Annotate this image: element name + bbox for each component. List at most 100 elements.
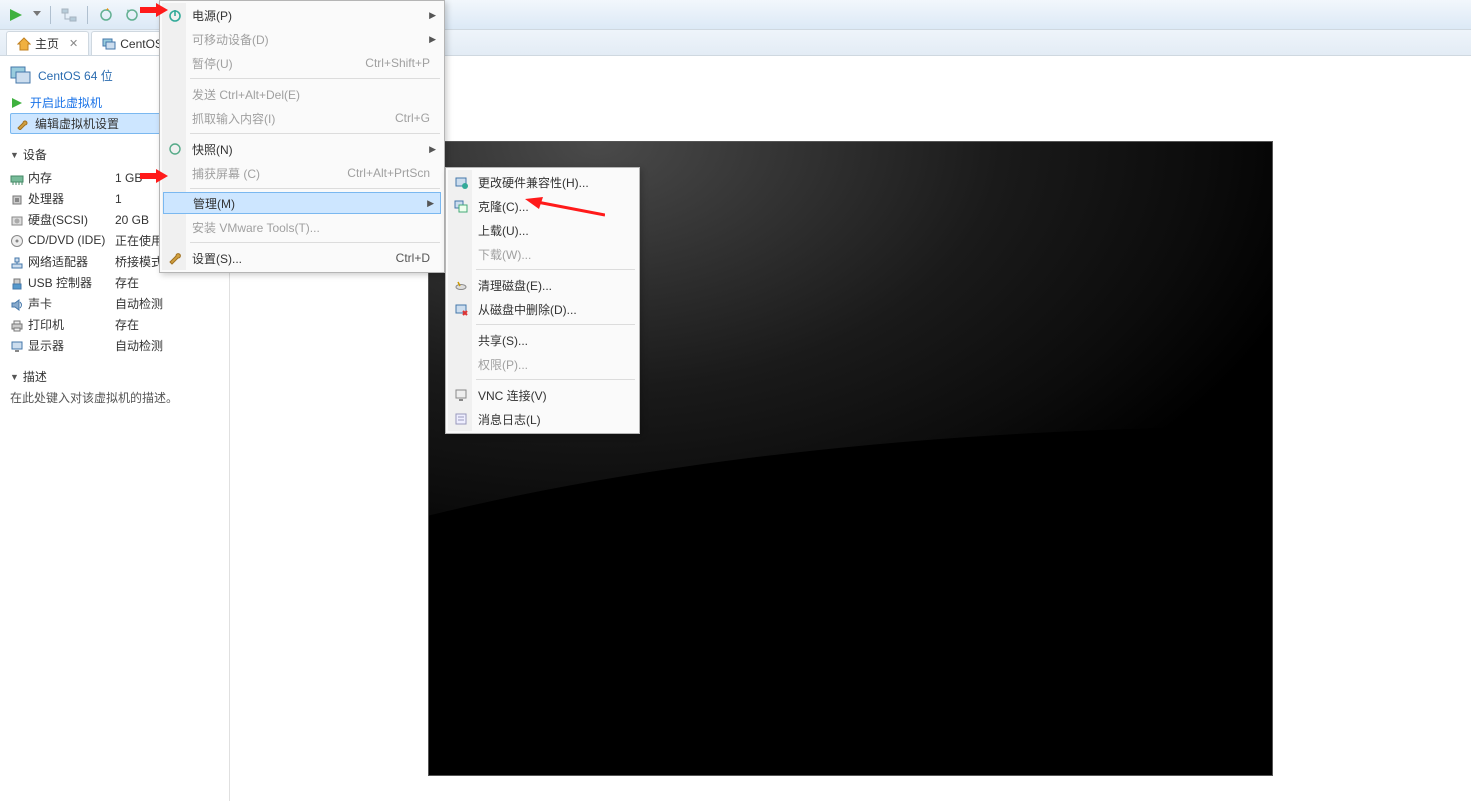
hdd-icon [10, 214, 24, 228]
menu-msglog[interactable]: 消息日志(L) [448, 407, 637, 431]
description-placeholder[interactable]: 在此处键入对该虚拟机的描述。 [10, 389, 219, 406]
menu-grab-input: 抓取输入内容(I) Ctrl+G [162, 106, 442, 130]
display-icon [10, 340, 24, 354]
menu-power[interactable]: 电源(P) ▶ [162, 3, 442, 27]
device-row[interactable]: 声卡 自动检测 [10, 293, 219, 314]
menu-label: 快照(N) [192, 141, 233, 158]
net-icon [10, 256, 24, 270]
collapse-icon: ▼ [10, 372, 19, 382]
device-name: 硬盘(SCSI) [28, 213, 88, 227]
separator [476, 324, 635, 325]
play-icon[interactable] [6, 5, 26, 25]
menu-upload[interactable]: 上载(U)... [448, 218, 637, 242]
device-row[interactable]: 显示器自动检测 [10, 335, 219, 356]
close-icon[interactable]: ✕ [69, 37, 78, 50]
menu-permissions: 权限(P)... [448, 352, 637, 376]
separator [190, 188, 440, 189]
menu-label: 发送 Ctrl+Alt+Del(E) [192, 86, 300, 103]
menu-capture: 捕获屏幕 (C) Ctrl+Alt+PrtScn [162, 161, 442, 185]
submenu-arrow-icon: ▶ [429, 10, 436, 21]
separator [50, 6, 51, 24]
section-label: 设备 [23, 146, 47, 163]
separator [476, 379, 635, 380]
menu-label: 清理磁盘(E)... [478, 277, 552, 294]
menu-label: 权限(P)... [478, 356, 528, 373]
menu-manage[interactable]: 管理(M) ▶ [163, 192, 441, 214]
wrench-icon [15, 117, 29, 131]
usb-icon [10, 277, 24, 291]
menu-download: 下载(W)... [448, 242, 637, 266]
device-name: 打印机 [28, 318, 64, 332]
device-name: 声卡 [28, 297, 52, 311]
vm-context-menu: 电源(P) ▶ 可移动设备(D) ▶ 暂停(U) Ctrl+Shift+P 发送… [159, 0, 445, 273]
memory-icon [10, 172, 24, 186]
vnc-icon [452, 386, 470, 404]
snapshot-tree-icon[interactable] [59, 5, 79, 25]
home-icon [17, 37, 31, 51]
device-value: 存在 [115, 314, 219, 335]
printer-icon [10, 319, 24, 333]
shortcut: Ctrl+Shift+P [365, 56, 430, 70]
manage-submenu: 更改硬件兼容性(H)... 克隆(C)... 上载(U)... 下载(W)...… [445, 167, 640, 434]
menu-label: 设置(S)... [192, 250, 242, 267]
device-name: 显示器 [28, 339, 64, 353]
menu-label: 安装 VMware Tools(T)... [192, 219, 320, 236]
action-label: 编辑虚拟机设置 [35, 115, 119, 132]
menu-label: 抓取输入内容(I) [192, 110, 275, 127]
menu-label: 上载(U)... [478, 222, 529, 239]
dropdown-icon[interactable] [32, 5, 42, 25]
menu-label: 电源(P) [192, 7, 232, 24]
tab-home[interactable]: 主页 ✕ [6, 31, 89, 55]
cpu-icon [10, 193, 24, 207]
play-icon [10, 96, 24, 110]
menu-label: 共享(S)... [478, 332, 528, 349]
menu-snapshot[interactable]: 快照(N) ▶ [162, 137, 442, 161]
title-text: CentOS 64 位 [38, 67, 113, 84]
menu-settings[interactable]: 设置(S)... Ctrl+D [162, 246, 442, 270]
cleanup-icon [452, 276, 470, 294]
menu-delete[interactable]: 从磁盘中删除(D)... [448, 297, 637, 321]
menu-share[interactable]: 共享(S)... [448, 328, 637, 352]
power-icon [166, 6, 184, 24]
separator [87, 6, 88, 24]
menu-vnc[interactable]: VNC 连接(V) [448, 383, 637, 407]
menu-label: 可移动设备(D) [192, 31, 269, 48]
menu-cleanup[interactable]: 清理磁盘(E)... [448, 273, 637, 297]
section-label: 描述 [23, 368, 47, 385]
device-name: 处理器 [28, 192, 64, 206]
shortcut: Ctrl+G [395, 111, 430, 125]
menu-change-hw[interactable]: 更改硬件兼容性(H)... [448, 170, 637, 194]
menu-label: VNC 连接(V) [478, 387, 547, 404]
menu-label: 克隆(C)... [478, 198, 529, 215]
device-value: 自动检测 [115, 293, 219, 314]
menu-label: 捕获屏幕 (C) [192, 165, 260, 182]
menu-label: 下载(W)... [478, 246, 531, 263]
description-header[interactable]: ▼ 描述 [10, 368, 219, 385]
device-row[interactable]: USB 控制器存在 [10, 272, 219, 293]
menu-install-tools: 安装 VMware Tools(T)... [162, 215, 442, 239]
action-label: 开启此虚拟机 [30, 94, 102, 111]
submenu-arrow-icon: ▶ [429, 34, 436, 45]
sound-icon [10, 298, 24, 312]
menu-removable: 可移动设备(D) ▶ [162, 27, 442, 51]
snapshot-icon [166, 140, 184, 158]
shortcut: Ctrl+Alt+PrtScn [347, 166, 430, 180]
device-name: 网络适配器 [28, 255, 88, 269]
separator [190, 133, 440, 134]
log-icon [452, 410, 470, 428]
menu-clone[interactable]: 克隆(C)... [448, 194, 637, 218]
menu-label: 暂停(U) [192, 55, 233, 72]
menu-label: 管理(M) [193, 195, 235, 212]
vm-icon [102, 37, 116, 51]
device-row[interactable]: 打印机 存在 [10, 314, 219, 335]
device-name: USB 控制器 [28, 276, 92, 290]
menu-pause: 暂停(U) Ctrl+Shift+P [162, 51, 442, 75]
menu-label: 从磁盘中删除(D)... [478, 301, 577, 318]
revert-icon[interactable] [122, 5, 142, 25]
wrench-icon [166, 249, 184, 267]
snapshot-icon[interactable] [96, 5, 116, 25]
shortcut: Ctrl+D [396, 251, 430, 265]
separator [476, 269, 635, 270]
separator [190, 242, 440, 243]
hardware-icon [452, 173, 470, 191]
